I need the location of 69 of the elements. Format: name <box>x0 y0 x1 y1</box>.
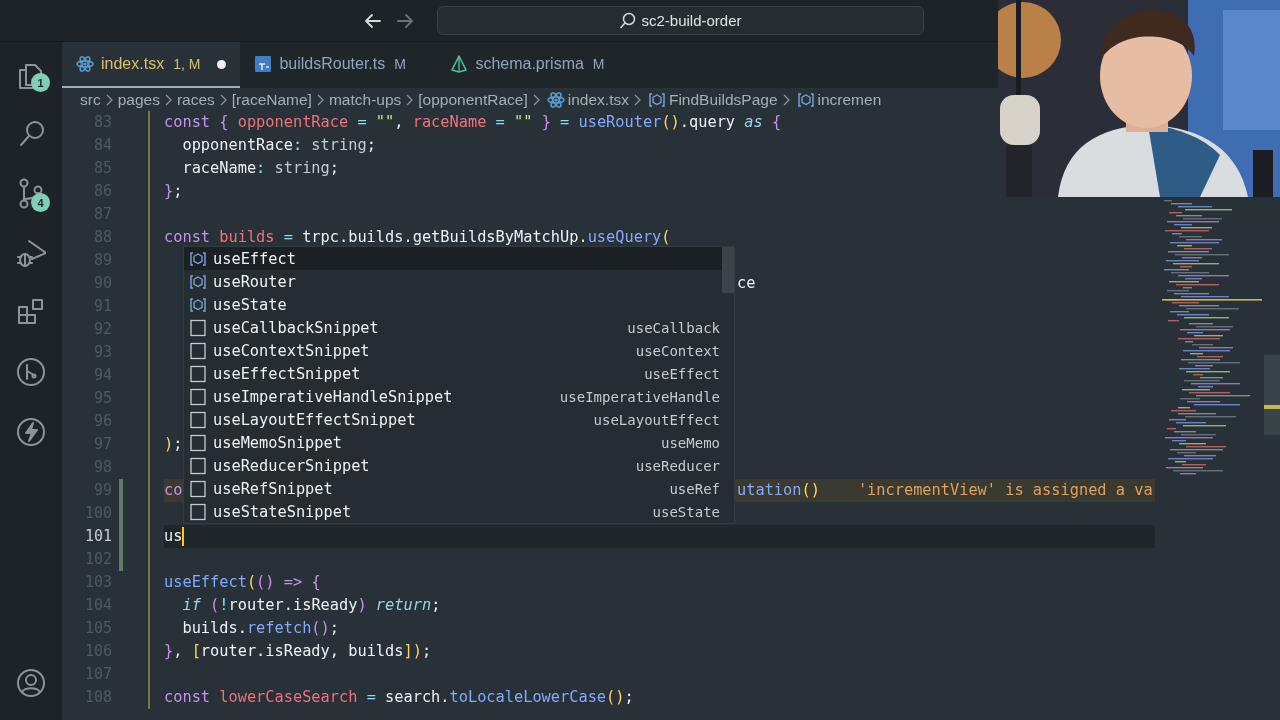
suggestion-item[interactable]: useLayoutEffectSnippet useLayoutEffect <box>184 408 734 431</box>
suggestion-item[interactable]: useContextSnippet useContext <box>184 339 734 362</box>
square-icon <box>189 433 207 452</box>
square-icon <box>189 318 207 337</box>
atom-icon <box>546 90 565 109</box>
suggestion-item[interactable]: useEffectSnippet useEffect <box>184 362 734 385</box>
suggestion-item[interactable]: useRefSnippet useRef <box>184 477 734 500</box>
count-badge: 1 <box>31 73 50 92</box>
editor-tab[interactable]: schema.prisma M <box>436 42 619 88</box>
command-center[interactable]: sc2-build-order <box>437 6 924 35</box>
breadcrumb-item[interactable]: FindBuildsPage <box>668 90 778 109</box>
suggestion-item[interactable]: useState <box>184 293 734 316</box>
square-icon <box>189 364 207 383</box>
suggestion-item[interactable]: useReducerSnippet useReducer <box>184 454 734 477</box>
code-line: opponentRace: string; <box>181 135 376 156</box>
breadcrumb-item[interactable]: match-ups <box>328 90 402 109</box>
square-icon <box>189 341 207 360</box>
line-number: 101 <box>83 526 112 547</box>
breadcrumb-item[interactable]: pages <box>117 90 160 109</box>
bracketed-cube-icon <box>189 272 207 291</box>
text-cursor <box>182 527 185 546</box>
square-icon <box>189 502 207 521</box>
breadcrumb-item[interactable]: [opponentRace] <box>418 90 528 109</box>
code-line: us <box>164 526 185 548</box>
editor-tab[interactable]: index.tsx 1, M <box>62 42 241 88</box>
breadcrumb-item[interactable]: races <box>176 90 215 109</box>
square-icon <box>189 479 207 498</box>
code-line: if (!router.isReady) return; <box>181 595 441 616</box>
search-icon <box>619 12 637 29</box>
code-line: ); <box>164 434 183 455</box>
code-line: builds.refetch(); <box>181 618 339 639</box>
account-icon[interactable] <box>16 668 46 700</box>
run-debug-icon[interactable] <box>16 237 46 269</box>
suggestion-item[interactable]: useRouter <box>184 270 734 293</box>
branch-circle-icon[interactable] <box>16 357 46 389</box>
suggestion-item[interactable]: useImperativeHandleSnippet useImperativeHandle <box>184 385 734 408</box>
bracketed-cube-icon <box>647 90 666 109</box>
suggestion-item[interactable]: useStateSnippet useState <box>184 500 734 523</box>
code-line: raceName: string; <box>181 158 339 179</box>
code-line: useEffect(() => { <box>164 572 321 593</box>
bracketed-cube-icon <box>796 90 815 109</box>
code-line: const { opponentRace = "", raceName = "" } = useRouter().query as { <box>164 112 782 133</box>
code-line: const lowerCaseSearch = search.toLocaleLowerCase(); <box>164 687 634 708</box>
breadcrumb-item[interactable]: src <box>80 90 101 109</box>
lightning-circle-icon[interactable] <box>16 417 46 449</box>
square-icon <box>189 410 207 429</box>
code-line: }, [router.isReady, builds]); <box>164 641 432 662</box>
warning-marker <box>1264 405 1280 409</box>
suggestion-item[interactable]: useMemoSnippet useMemo <box>184 431 734 454</box>
code-line: const builds = trpc.builds.getBuildsByMatchUp.useQuery( <box>164 227 671 248</box>
atom-icon <box>76 55 94 73</box>
suggestion-item[interactable]: useCallbackSnippet useCallback <box>184 316 734 339</box>
editor-tab[interactable]: buildsRouter.ts M <box>240 42 437 88</box>
breadcrumb-item[interactable]: incremen <box>817 90 882 109</box>
bracketed-cube-icon <box>189 295 207 314</box>
code-line: co <box>164 480 183 501</box>
code-fragment: utation() <box>737 480 820 501</box>
square-icon <box>189 387 207 406</box>
count-badge: 4 <box>31 193 50 212</box>
bracketed-cube-icon <box>189 249 207 268</box>
breadcrumb-item[interactable]: index.tsx <box>567 90 629 109</box>
inline-diagnostic: 'incrementView' is assigned a va <box>857 480 1153 501</box>
file-square-icon <box>254 55 273 73</box>
code-fragment: ce <box>737 273 756 294</box>
triangle-icon <box>450 55 469 73</box>
square-icon <box>189 456 207 475</box>
scrollbar-thumb[interactable] <box>1264 355 1280 435</box>
code-line: }; <box>164 181 183 202</box>
breadcrumb-item[interactable]: [raceName] <box>231 90 312 109</box>
